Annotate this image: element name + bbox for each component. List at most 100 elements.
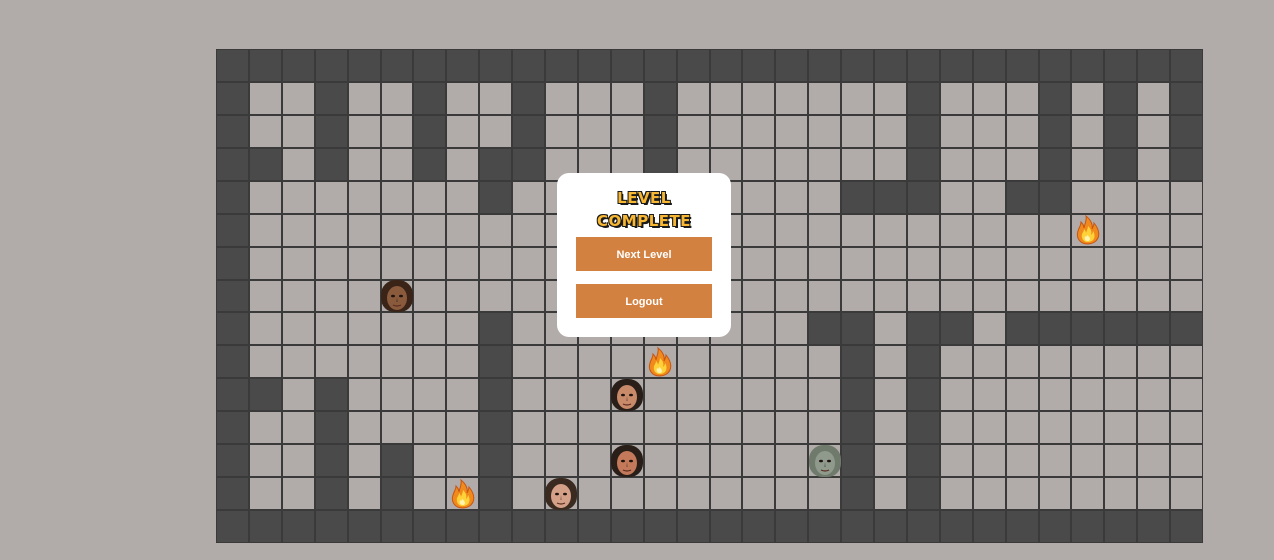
level-complete-dialog: LEVEL COMPLETE Next Level Logout	[557, 173, 731, 337]
logout-button[interactable]: Logout	[576, 284, 712, 318]
floor-tile	[314, 279, 348, 313]
floor-tile	[347, 312, 381, 346]
wall-tile	[380, 477, 414, 511]
wall-tile	[841, 378, 874, 412]
wall-tile	[413, 114, 447, 148]
wall-tile	[906, 510, 940, 543]
floor-tile	[841, 279, 874, 313]
next-level-button[interactable]: Next Level	[576, 237, 712, 271]
floor-tile	[281, 312, 315, 346]
wall-tile	[906, 345, 940, 379]
wall-tile	[577, 510, 611, 543]
floor-tile	[512, 411, 545, 445]
wall-tile	[1038, 312, 1072, 346]
wall-tile	[479, 510, 513, 543]
floor-tile	[1071, 114, 1105, 148]
floor-tile	[972, 279, 1006, 313]
floor-tile	[709, 411, 743, 445]
floor-tile	[314, 246, 348, 280]
wall-tile	[643, 49, 677, 82]
wall-tile	[1170, 81, 1203, 115]
floor-tile	[1137, 81, 1171, 115]
wall-tile	[709, 49, 743, 82]
floor-tile	[281, 477, 315, 511]
wall-tile	[446, 49, 480, 82]
floor-tile	[1005, 279, 1039, 313]
wall-tile	[1071, 49, 1105, 82]
floor-tile	[1038, 246, 1072, 280]
wall-tile	[1038, 81, 1072, 115]
wall-tile	[314, 477, 348, 511]
wall-tile	[1038, 49, 1072, 82]
floor-tile	[1170, 477, 1203, 511]
floor-tile	[577, 114, 611, 148]
floor-tile	[742, 114, 776, 148]
floor-tile	[742, 147, 776, 181]
floor-tile	[939, 477, 973, 511]
floor-tile	[808, 279, 842, 313]
floor-tile	[775, 246, 809, 280]
wall-tile	[479, 180, 513, 214]
wall-tile	[545, 49, 578, 82]
floor-tile	[1137, 411, 1171, 445]
floor-tile	[380, 378, 414, 412]
floor-tile	[1071, 279, 1105, 313]
floor-tile	[775, 180, 809, 214]
floor-tile	[446, 213, 480, 247]
wall-tile	[643, 114, 677, 148]
wall-tile	[1104, 510, 1138, 543]
floor-tile	[577, 444, 611, 478]
floor-tile	[446, 114, 480, 148]
floor-tile	[939, 378, 973, 412]
wall-tile	[841, 477, 874, 511]
wall-tile	[841, 345, 874, 379]
floor-tile	[512, 477, 545, 511]
wall-tile	[906, 477, 940, 511]
wall-tile	[610, 49, 644, 82]
floor-tile	[1104, 477, 1138, 511]
wall-tile	[380, 444, 414, 478]
wall-tile	[216, 180, 249, 214]
floor-tile	[874, 81, 907, 115]
wall-tile	[643, 510, 677, 543]
wall-tile	[512, 510, 545, 543]
floor-tile	[545, 345, 578, 379]
floor-tile	[939, 444, 973, 478]
floor-tile	[248, 345, 282, 379]
wall-tile	[512, 81, 545, 115]
wall-tile	[216, 345, 249, 379]
floor-tile	[676, 378, 710, 412]
wall-tile	[1005, 312, 1039, 346]
wall-tile	[314, 81, 348, 115]
floor-tile	[380, 180, 414, 214]
dialog-title-line1: LEVEL	[617, 189, 671, 207]
floor-tile	[742, 345, 776, 379]
wall-tile	[248, 147, 282, 181]
floor-tile	[413, 213, 447, 247]
floor-tile	[676, 444, 710, 478]
floor-tile	[380, 81, 414, 115]
floor-tile	[1137, 378, 1171, 412]
floor-tile	[742, 279, 776, 313]
wall-tile	[347, 510, 381, 543]
floor-tile	[1137, 246, 1171, 280]
floor-tile	[775, 378, 809, 412]
wall-tile	[479, 147, 513, 181]
floor-tile	[874, 444, 907, 478]
fire-icon	[447, 478, 479, 510]
floor-tile	[512, 444, 545, 478]
dialog-title: LEVEL COMPLETE	[557, 187, 731, 233]
floor-tile	[676, 345, 710, 379]
floor-tile	[643, 411, 677, 445]
floor-tile	[742, 411, 776, 445]
floor-tile	[413, 477, 447, 511]
floor-tile	[413, 345, 447, 379]
floor-tile	[281, 345, 315, 379]
floor-tile	[676, 114, 710, 148]
floor-tile	[281, 180, 315, 214]
wall-tile	[314, 444, 348, 478]
floor-tile	[577, 378, 611, 412]
floor-tile	[512, 312, 545, 346]
floor-tile	[1137, 345, 1171, 379]
wall-tile	[1170, 147, 1203, 181]
